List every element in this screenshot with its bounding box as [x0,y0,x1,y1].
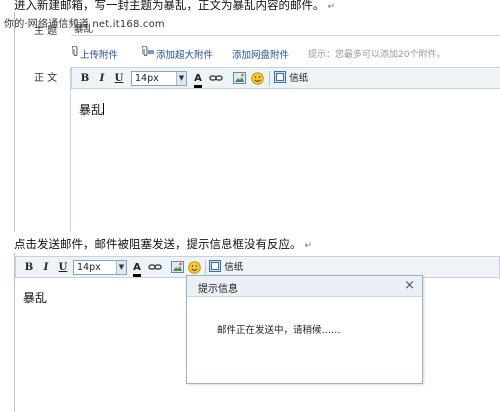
letterhead-label: 信纸 [289,73,309,84]
letterhead-label: 信纸 [224,262,244,273]
font-color-button[interactable]: A [192,71,204,88]
dialog-title: 提示信息 [198,284,238,295]
send-screenshot: B I U 14px ▼ A 信纸 暴乱 提示信息 × 邮件正在发送中，请稍候…… [14,253,500,412]
letterhead-button[interactable]: 信纸 [209,260,253,275]
italic-button[interactable]: I [40,260,52,275]
letterhead-icon [274,71,286,83]
image-icon [232,72,246,84]
attachment-row: 上传附件 添加超大附件 添加网盘附件 提示：您最多可以添加20个附件。 [71,45,500,61]
body-text: 暴乱 [23,291,48,305]
toolbar-divider [269,71,270,86]
font-color-icon: A [133,262,141,277]
link-button[interactable] [208,71,223,86]
caption-middle: 点击发送邮件，邮件被阻塞发送，提示信息框没有反应。 ↵ [14,237,313,251]
upload-attachment-link[interactable]: 上传附件 [80,47,118,61]
link-icon [208,75,223,81]
editor-frame: B I U 14px ▼ A 信纸 暴乱 [70,67,500,232]
chevron-down-icon: ▼ [176,72,186,85]
emoticon-icon [250,72,264,85]
font-color-icon: A [194,73,202,88]
paperclip-icon [141,45,155,60]
editor-body[interactable]: 暴乱 [23,289,47,306]
insert-image-button[interactable] [232,71,246,86]
dialog-message: 邮件正在发送中，请稍候…… [217,325,341,336]
add-cloud-attachment-link[interactable]: 添加网盘附件 [232,47,289,61]
attachment-hint: 提示：您最多可以添加20个附件。 [308,50,446,60]
insert-image-button[interactable] [170,260,184,275]
left-border [14,12,15,232]
font-color-button[interactable]: A [131,260,143,277]
body-label: 正 文 [34,73,58,84]
close-icon[interactable]: × [404,278,415,293]
letterhead-icon [209,260,221,272]
body-text: 暴乱 [79,103,104,117]
link-button[interactable] [147,260,162,275]
emoticon-button[interactable] [187,260,201,275]
bold-button[interactable]: B [79,71,91,86]
link-icon [147,264,162,270]
underline-button[interactable]: U [57,260,69,275]
info-dialog: 提示信息 × 邮件正在发送中，请稍候…… [186,275,423,384]
font-size-select[interactable]: 14px ▼ [73,260,127,275]
bold-button[interactable]: B [23,260,35,275]
underline-button[interactable]: U [113,71,125,86]
letterhead-button[interactable]: 信纸 [274,71,318,86]
paperclip-icon [71,45,79,60]
editor-body[interactable]: 暴乱 [79,101,105,118]
chevron-down-icon: ▼ [116,261,126,274]
compose-screenshot: 主 题 暴乱 上传附件 添加超大附件 添加网盘附件 提示：您最多可以添加20个附… [14,12,500,232]
dialog-header: 提示信息 × [187,276,422,297]
editor-toolbar: B I U 14px ▼ A 信纸 [71,67,500,89]
italic-button[interactable]: I [96,71,108,86]
emoticon-button[interactable] [250,71,264,86]
watermark: 你的·网络通信频道 net.it168.com [4,19,165,30]
emoticon-icon [187,261,201,274]
font-size-value: 14px [135,73,159,84]
font-size-value: 14px [77,262,101,273]
toolbar-divider [205,260,206,275]
image-icon [170,261,184,273]
font-size-select[interactable]: 14px ▼ [131,71,187,86]
text-cursor [103,103,105,115]
add-large-attachment-link[interactable]: 添加超大附件 [156,47,213,61]
